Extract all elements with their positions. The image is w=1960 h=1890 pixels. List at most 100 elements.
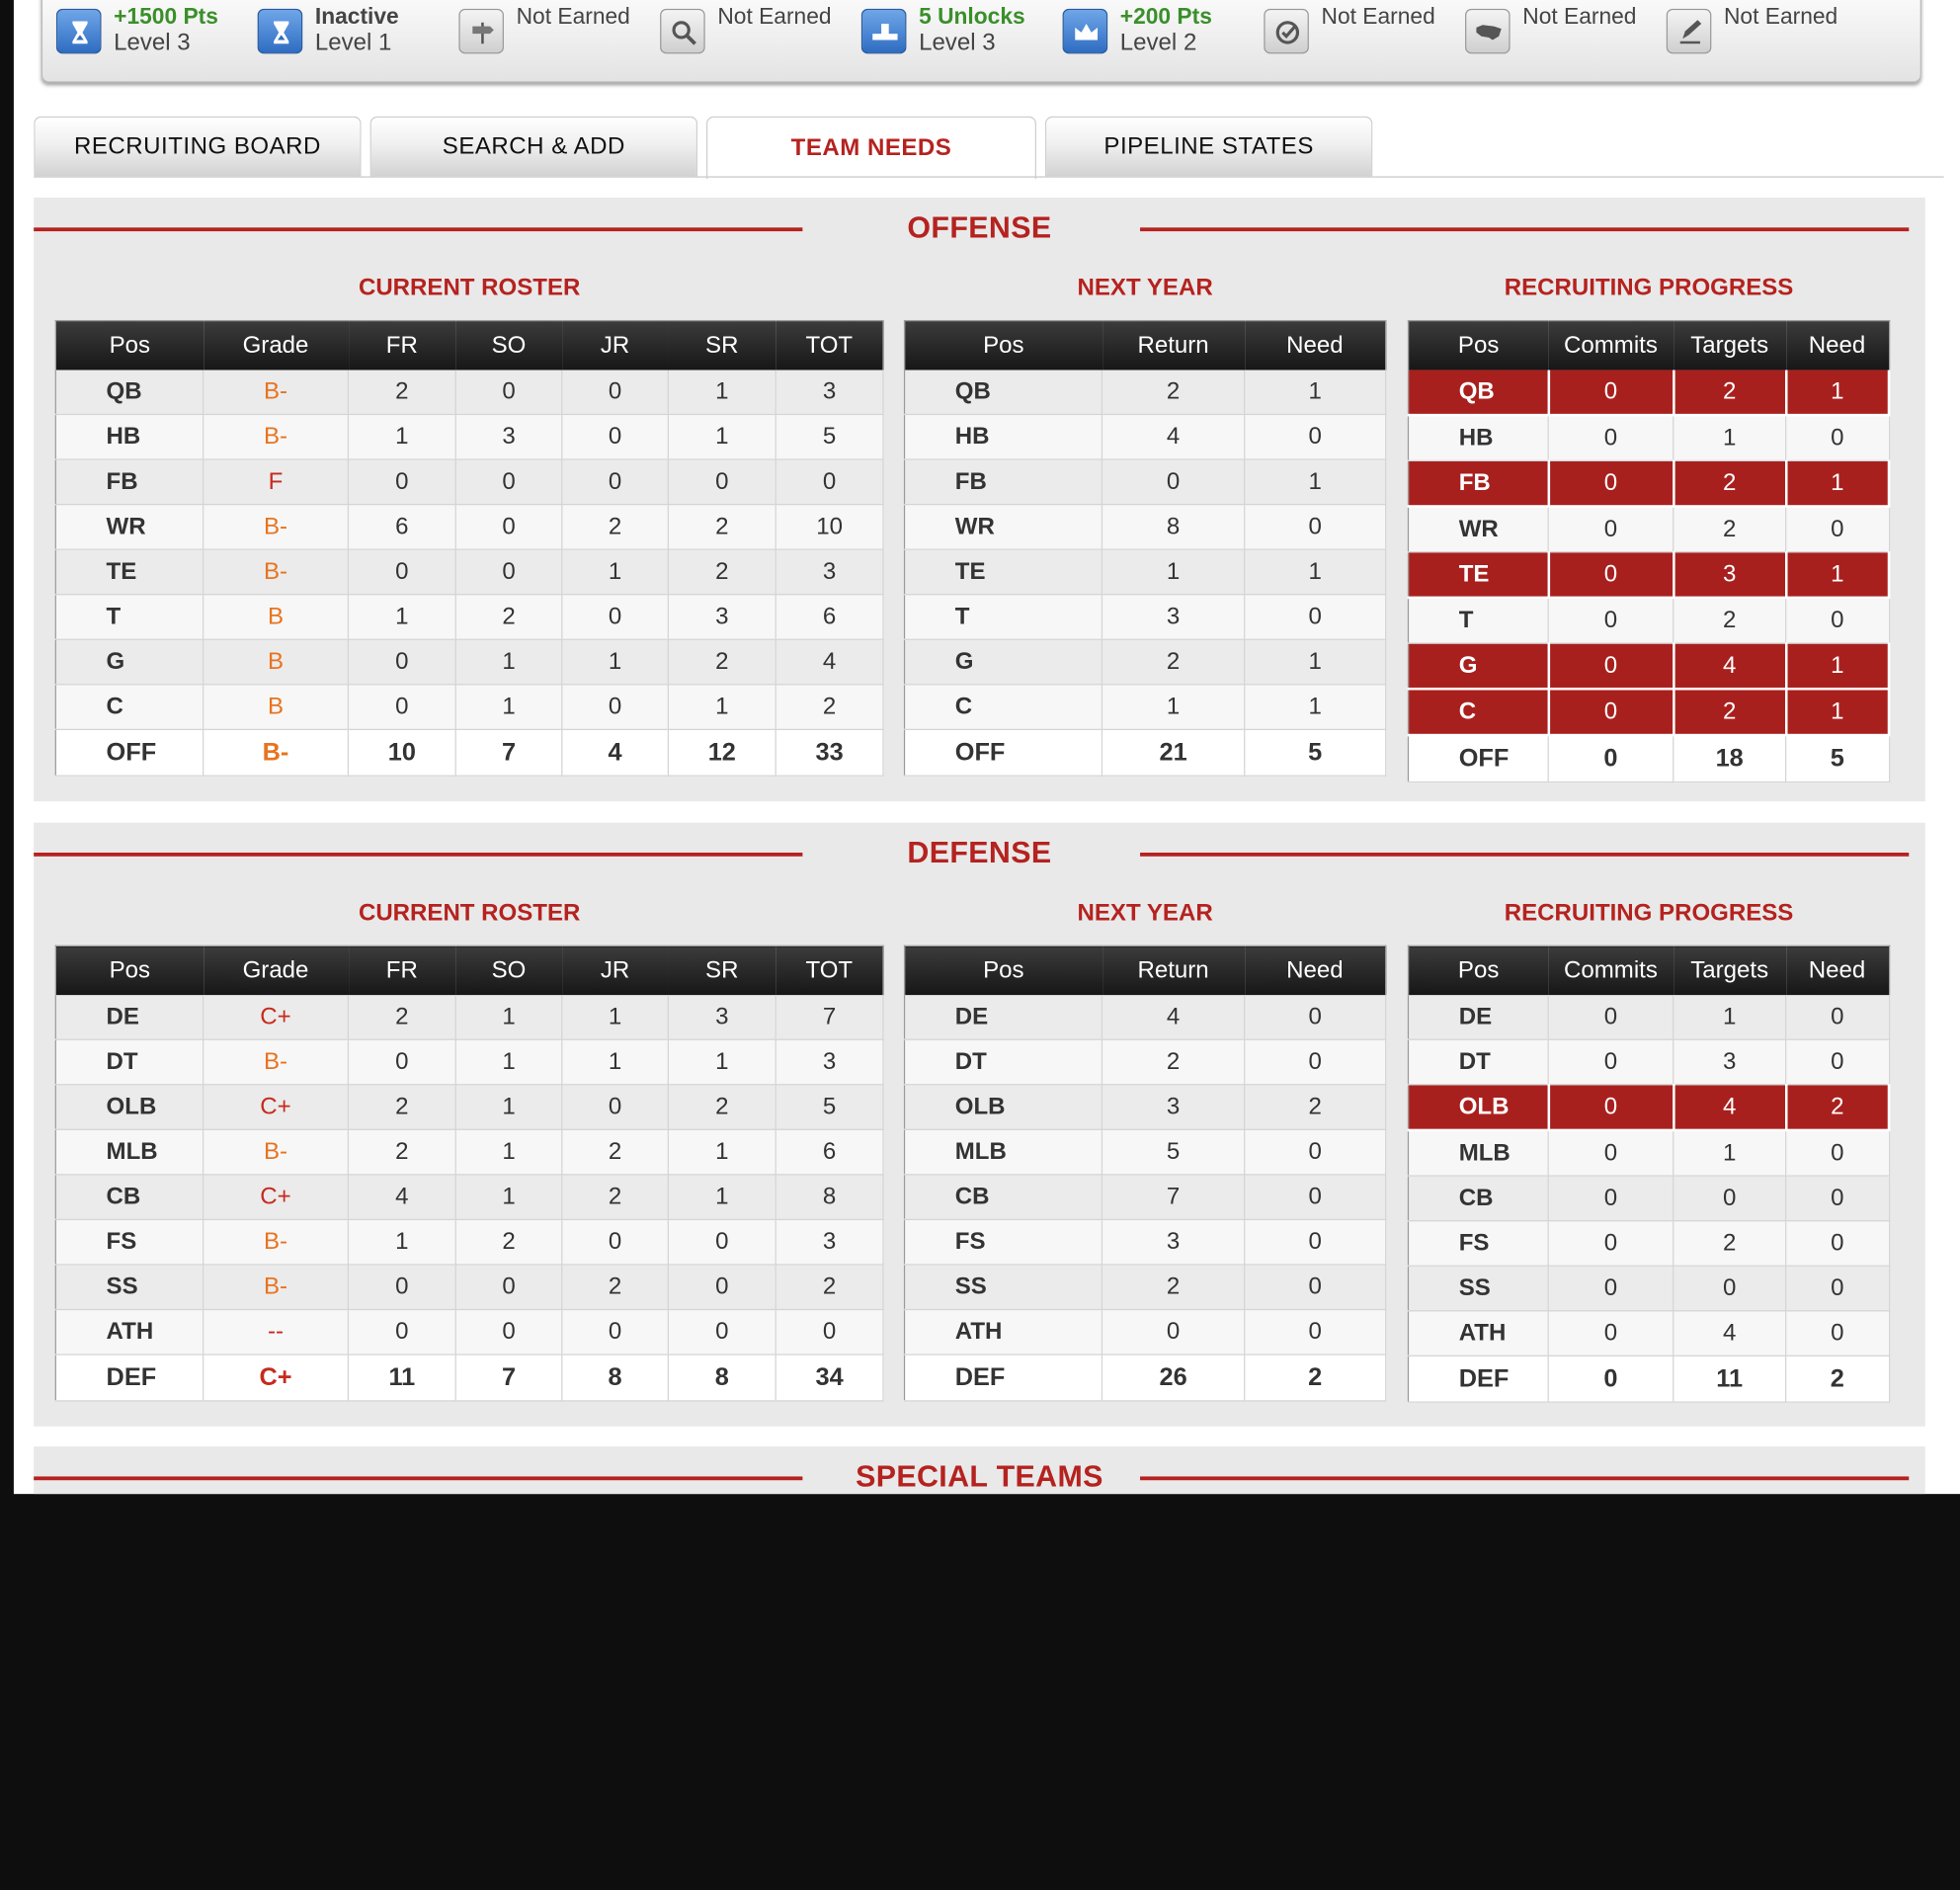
total-value: 4	[561, 729, 669, 777]
position-cell: TE	[904, 549, 1103, 596]
value-cell: 3	[1102, 594, 1246, 640]
position-cell: ATH	[904, 1309, 1103, 1356]
position-cell: T	[1408, 597, 1549, 644]
achievement-level: Level 3	[114, 30, 191, 56]
defense-section: DEFENSE CURRENT ROSTER NEXT YEAR RECRUIT…	[34, 822, 1925, 1427]
value-cell: 1	[668, 684, 776, 730]
position-cell: C	[55, 684, 204, 730]
total-row: DEF C+ 11 7 8 8 34	[55, 1355, 884, 1402]
value-cell: 1	[1785, 370, 1891, 417]
grade-cell: B-	[203, 370, 350, 416]
table-row: TE 0 3 1	[1408, 551, 1891, 600]
table-row: DT 0 3 0	[1408, 1039, 1890, 1086]
value-cell: 0	[1673, 1266, 1787, 1312]
value-cell: 1	[455, 639, 563, 686]
value-cell: 3	[668, 594, 776, 640]
table-row: CB01012	[55, 684, 884, 730]
value-cell: 0	[455, 1309, 563, 1356]
position-cell: DE	[55, 995, 204, 1040]
value-cell: 4	[1102, 995, 1246, 1040]
total-label: DEF	[904, 1355, 1103, 1402]
value-cell: 6	[776, 1129, 884, 1176]
value-cell: 1	[668, 370, 776, 416]
tab-recruiting-board[interactable]: RECRUITING BOARD	[34, 116, 362, 177]
usa-map-icon	[1465, 8, 1511, 54]
value-cell: 4	[1673, 1084, 1787, 1132]
value-cell: 0	[561, 414, 669, 460]
total-grade: B-	[203, 729, 350, 777]
value-cell: 1	[1102, 549, 1246, 596]
tab-team-needs[interactable]: TEAM NEEDS	[705, 116, 1037, 179]
grade-cell: B-	[203, 1219, 350, 1266]
tab-search-add[interactable]: SEARCH & ADD	[369, 116, 698, 177]
column-header: Commits	[1548, 320, 1674, 370]
position-cell: WR	[1408, 506, 1549, 553]
value-cell: 2	[348, 370, 456, 416]
position-cell: MLB	[904, 1129, 1103, 1176]
value-cell: 1	[1785, 689, 1891, 737]
value-cell: 0	[455, 504, 563, 550]
value-cell: 0	[668, 1219, 776, 1266]
value-cell: 2	[668, 549, 776, 596]
achievement-status: Not Earned	[1321, 3, 1435, 30]
value-cell: 0	[561, 594, 669, 640]
column-header: SR	[668, 945, 776, 996]
value-cell: 0	[1548, 597, 1674, 644]
value-cell: 2	[1673, 689, 1787, 737]
value-cell: 0	[1548, 1220, 1674, 1267]
value-cell: 1	[668, 1129, 776, 1176]
column-header: Pos	[55, 320, 204, 370]
table-row: DT B- 0 1 1 1 3	[55, 1039, 884, 1086]
value-cell: 3	[668, 995, 776, 1040]
value-cell: 0	[1102, 459, 1246, 506]
value-cell: 0	[455, 459, 563, 506]
column-header: Pos	[55, 945, 204, 996]
value-cell: 0	[455, 1264, 563, 1311]
tab-pipeline-states[interactable]: PIPELINE STATES	[1044, 116, 1373, 177]
table-row: TB12036	[55, 594, 884, 640]
grade-cell: --	[203, 1309, 350, 1356]
value-cell: 2	[1673, 460, 1787, 508]
column-header: JR	[561, 945, 669, 996]
value-cell: 0	[668, 459, 776, 506]
value-cell: 0	[1244, 1174, 1387, 1221]
total-value: 7	[455, 729, 563, 777]
position-cell: CB	[1408, 1176, 1549, 1222]
value-cell: 0	[1785, 415, 1890, 461]
value-cell: 2	[1102, 1264, 1246, 1311]
sign-icon	[458, 8, 504, 54]
position-cell: C	[1408, 689, 1550, 737]
value-cell: 3	[1673, 551, 1787, 600]
position-cell: FB	[55, 459, 204, 506]
table-row: DE C+ 2 1 1 3 7	[55, 995, 884, 1040]
value-cell: 0	[1244, 995, 1387, 1040]
position-cell: OLB	[1408, 1084, 1550, 1132]
column-header: SO	[455, 945, 562, 996]
value-cell: 4	[1673, 1310, 1787, 1356]
special-teams-section: SPECIAL TEAMS	[34, 1446, 1925, 1495]
column-header: FR	[348, 320, 456, 370]
value-cell: 5	[776, 414, 884, 460]
column-header: SR	[668, 320, 776, 370]
table-row: QB 0 2 1	[1408, 370, 1891, 417]
value-cell: 0	[1244, 504, 1387, 550]
total-value: 5	[1244, 729, 1387, 777]
value-cell: 0	[1548, 1129, 1674, 1177]
value-cell: 0	[1548, 1039, 1674, 1086]
column-header: TOT	[776, 945, 884, 996]
value-cell: 1	[668, 414, 776, 460]
offense-section: OFFENSE CURRENT ROSTER NEXT YEAR RECRUIT…	[34, 197, 1925, 802]
grade-cell: B-	[203, 549, 350, 596]
position-cell: HB	[1408, 415, 1549, 461]
column-header: Grade	[203, 945, 349, 996]
position-cell: ATH	[55, 1309, 204, 1356]
recruiting-progress-table: Pos Commits Targets Need QB 0 2 1 HB 0 1 0 FB 0 2 1 WR 0 2…	[1407, 319, 1891, 783]
column-header: Targets	[1673, 945, 1786, 996]
value-cell: 1	[1244, 684, 1387, 730]
table-row: OLB C+ 2 1 0 2 5	[55, 1084, 884, 1130]
crown-icon	[1062, 8, 1108, 54]
value-cell: 2	[1102, 639, 1246, 686]
tab-divider	[34, 176, 1944, 178]
table-row: DE 0 1 0	[1408, 995, 1890, 1040]
position-cell: WR	[904, 504, 1103, 550]
